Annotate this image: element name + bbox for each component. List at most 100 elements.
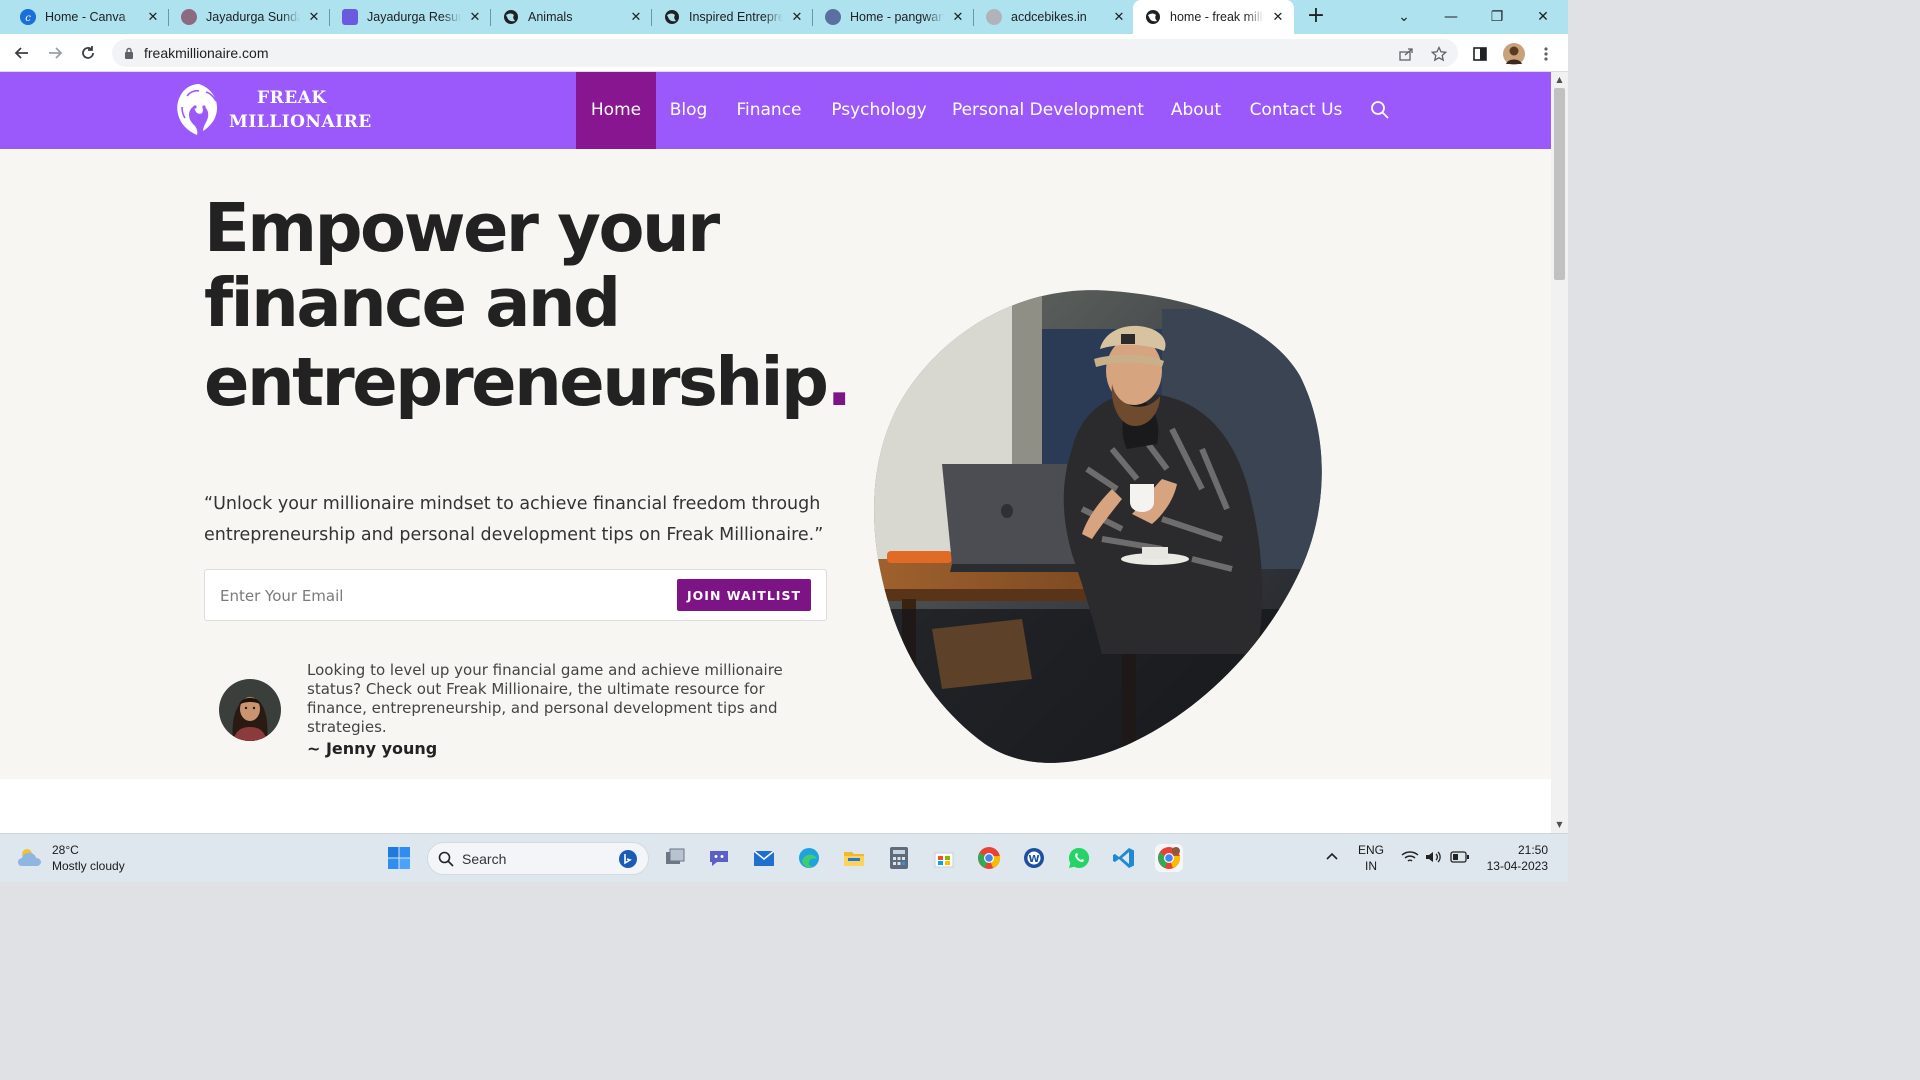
taskbar-search[interactable]: Search xyxy=(427,842,649,875)
tab-search-chevron-icon[interactable]: ⌄ xyxy=(1381,0,1427,34)
battery-icon[interactable] xyxy=(1450,851,1470,867)
tab-jayadurga-resume[interactable]: Jayadurga Resum ✕ xyxy=(330,0,491,34)
temperature-text: 28°C xyxy=(52,843,79,857)
nav-contact-us[interactable]: Contact Us xyxy=(1244,72,1348,149)
hero-quote: “Unlock your millionaire mindset to achi… xyxy=(204,494,824,545)
volume-icon[interactable] xyxy=(1425,850,1443,868)
scroll-down-icon[interactable]: ▼ xyxy=(1551,817,1568,833)
url-text: freakmillionaire.com xyxy=(144,45,269,61)
join-waitlist-button[interactable]: JOIN WAITLIST xyxy=(677,579,811,611)
page-viewport: FREAK MILLIONAIRE Home Blog Finance Psyc… xyxy=(0,72,1551,833)
site-header: FREAK MILLIONAIRE Home Blog Finance Psyc… xyxy=(0,72,1551,149)
calculator-icon[interactable] xyxy=(885,844,913,872)
restore-icon[interactable]: ❐ xyxy=(1474,0,1520,34)
wifi-icon[interactable] xyxy=(1401,850,1419,868)
testimonial-avatar xyxy=(219,679,281,741)
clock[interactable]: 21:50 13-04-2023 xyxy=(1482,842,1548,874)
search-icon xyxy=(438,851,454,867)
os-taskbar: 28°C Mostly cloudy Search W ENG IN 21:50… xyxy=(0,833,1568,882)
word-icon[interactable]: W xyxy=(1020,844,1048,872)
testimonial-text: Looking to level up your financial game … xyxy=(307,661,783,736)
wordpress-icon xyxy=(825,9,841,25)
windows-start-icon[interactable] xyxy=(385,844,413,872)
logo-text-millionaire: MILLIONAIRE xyxy=(229,112,372,132)
lock-icon xyxy=(124,44,134,63)
hero-headline: Empower your finance and entrepreneurshi… xyxy=(204,189,852,421)
docs-icon xyxy=(342,9,358,25)
tab-home-pangwan[interactable]: Home - pangwan ✕ xyxy=(813,0,974,34)
headline-accent-dot: . xyxy=(826,343,851,421)
page-scrollbar[interactable]: ▲ ▼ xyxy=(1551,72,1568,833)
vscode-icon[interactable] xyxy=(1110,844,1138,872)
svg-text:c: c xyxy=(25,13,31,24)
lion-logo-icon xyxy=(177,84,217,135)
close-tab-icon[interactable]: ✕ xyxy=(467,10,483,25)
tab-inspired-entrepreneur[interactable]: Inspired Entrepre ✕ xyxy=(652,0,813,34)
hero-blob-photo xyxy=(874,290,1322,763)
hero-section: Empower your finance and entrepreneurshi… xyxy=(0,149,1551,779)
close-tab-icon[interactable]: ✕ xyxy=(789,10,805,25)
microsoft-store-icon[interactable] xyxy=(930,844,958,872)
globe-icon xyxy=(664,9,680,25)
search-icon[interactable] xyxy=(1370,100,1390,120)
chrome-profile-icon[interactable] xyxy=(1155,844,1183,872)
bing-icon xyxy=(619,849,637,868)
tab-canva[interactable]: c Home - Canva ✕ xyxy=(8,0,169,34)
menu-kebab-icon[interactable] xyxy=(1537,45,1555,63)
close-tab-icon[interactable]: ✕ xyxy=(145,10,161,25)
minimize-icon[interactable]: — xyxy=(1428,0,1474,34)
file-explorer-icon[interactable] xyxy=(840,844,868,872)
nav-blog[interactable]: Blog xyxy=(660,72,717,149)
side-panel-icon[interactable] xyxy=(1471,45,1489,63)
canva-icon: c xyxy=(20,9,36,25)
next-section xyxy=(0,779,1551,833)
globe-icon xyxy=(503,9,519,25)
new-tab-button[interactable]: + xyxy=(1303,4,1329,30)
tab-jayadurga-profile[interactable]: Jayadurga Sundar ✕ xyxy=(169,0,330,34)
share-icon[interactable] xyxy=(1397,45,1415,63)
tab-animals[interactable]: Animals ✕ xyxy=(491,0,652,34)
scroll-up-icon[interactable]: ▲ xyxy=(1551,72,1568,88)
svg-text:W: W xyxy=(1028,854,1039,865)
email-input[interactable] xyxy=(220,584,660,608)
nav-psychology[interactable]: Psychology xyxy=(826,72,932,149)
edge-browser-icon[interactable] xyxy=(795,844,823,872)
nav-personal-development[interactable]: Personal Development xyxy=(950,72,1146,149)
browser-toolbar: freakmillionaire.com xyxy=(0,34,1568,72)
task-view-icon[interactable] xyxy=(661,844,689,872)
mail-icon[interactable] xyxy=(750,844,778,872)
tab-freak-millionaire[interactable]: home - freak milli ✕ xyxy=(1133,0,1294,34)
address-bar[interactable]: freakmillionaire.com xyxy=(112,39,1458,67)
nav-home[interactable]: Home xyxy=(576,72,656,149)
scrollbar-thumb[interactable] xyxy=(1554,88,1565,280)
bookmark-star-icon[interactable] xyxy=(1430,45,1448,63)
nav-finance[interactable]: Finance xyxy=(730,72,808,149)
close-tab-icon[interactable]: ✕ xyxy=(950,10,966,25)
logo-text-freak: FREAK xyxy=(257,88,327,108)
site-logo[interactable]: FREAK MILLIONAIRE xyxy=(173,82,372,138)
close-tab-icon[interactable]: ✕ xyxy=(1111,10,1127,25)
back-icon[interactable] xyxy=(10,41,34,65)
close-tab-icon[interactable]: ✕ xyxy=(1270,10,1286,25)
tab-acdcebikes[interactable]: acdcebikes.in ✕ xyxy=(974,0,1135,34)
close-window-icon[interactable]: ✕ xyxy=(1520,0,1566,34)
close-tab-icon[interactable]: ✕ xyxy=(306,10,322,25)
globe-icon xyxy=(1145,9,1161,25)
loading-icon xyxy=(986,9,1002,25)
testimonial-author: ~ Jenny young xyxy=(307,739,438,758)
weather-widget[interactable]: 28°C Mostly cloudy xyxy=(16,842,125,874)
reload-icon[interactable] xyxy=(76,41,100,65)
close-tab-icon[interactable]: ✕ xyxy=(628,10,644,25)
teams-chat-icon[interactable] xyxy=(705,844,733,872)
forward-icon[interactable] xyxy=(43,41,67,65)
whatsapp-icon[interactable] xyxy=(1065,844,1093,872)
chrome-icon[interactable] xyxy=(975,844,1003,872)
show-hidden-icons-chevron[interactable] xyxy=(1325,849,1339,865)
nav-about[interactable]: About xyxy=(1165,72,1227,149)
profile-avatar[interactable] xyxy=(1503,43,1525,65)
tab-strip: c Home - Canva ✕ Jayadurga Sundar ✕ Jaya… xyxy=(0,0,1568,34)
profile-icon xyxy=(181,9,197,25)
language-indicator[interactable]: ENG IN xyxy=(1358,842,1384,874)
weather-text: Mostly cloudy xyxy=(52,859,125,873)
cloudy-weather-icon xyxy=(18,849,41,866)
